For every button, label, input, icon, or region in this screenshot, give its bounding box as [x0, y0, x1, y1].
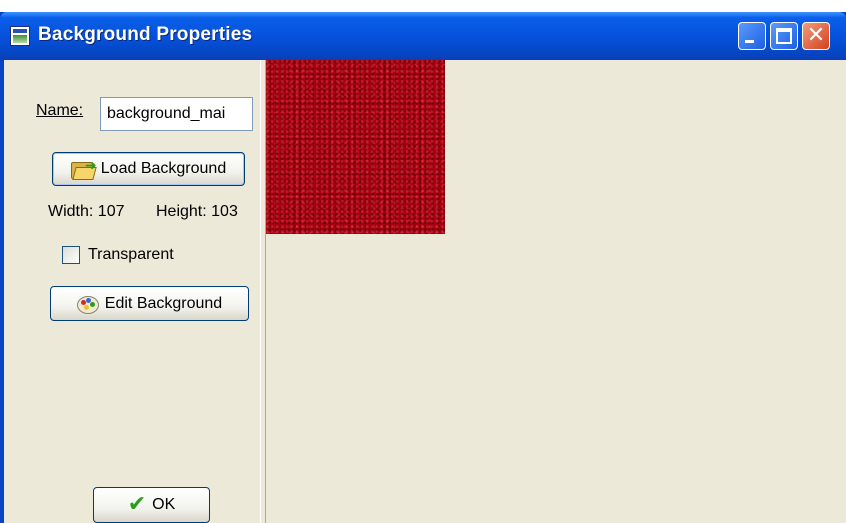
window-title: Background Properties	[38, 24, 253, 45]
name-label: Name:	[36, 102, 83, 120]
ok-button[interactable]: ✔ OK	[93, 487, 210, 523]
load-background-button[interactable]: ➜ Load Background	[52, 152, 245, 186]
background-properties-window: Background Properties ✕ Name: ➜ Load Bac…	[0, 12, 846, 523]
name-label-text: Name:	[36, 102, 84, 119]
checkmark-icon: ✔	[127, 492, 147, 517]
width-readout: Width: 107	[48, 203, 125, 220]
ok-label: OK	[152, 496, 176, 513]
maximize-button[interactable]	[770, 22, 798, 50]
background-preview-area[interactable]	[266, 60, 846, 523]
height-readout: Height: 103	[156, 203, 238, 220]
minimize-icon	[745, 40, 754, 43]
background-app-icon[interactable]	[10, 26, 30, 46]
properties-panel: Name: ➜ Load Background Width: 107 Heigh…	[4, 60, 260, 523]
edit-background-button[interactable]: Edit Background	[50, 286, 249, 321]
transparent-checkbox[interactable]	[62, 246, 80, 264]
title-bar[interactable]: Background Properties ✕	[0, 12, 846, 60]
folder-open-icon: ➜	[70, 158, 97, 180]
window-client-area: Name: ➜ Load Background Width: 107 Heigh…	[4, 60, 846, 523]
close-icon: ✕	[806, 23, 826, 48]
maximize-icon	[776, 28, 792, 44]
close-button[interactable]: ✕	[802, 22, 830, 50]
background-texture-image	[266, 60, 445, 234]
minimize-button[interactable]	[738, 22, 766, 50]
edit-background-label: Edit Background	[104, 294, 223, 312]
transparent-label[interactable]: Transparent	[88, 246, 174, 264]
palette-icon	[76, 295, 99, 314]
name-input[interactable]	[100, 97, 253, 131]
load-background-label: Load Background	[100, 160, 227, 177]
